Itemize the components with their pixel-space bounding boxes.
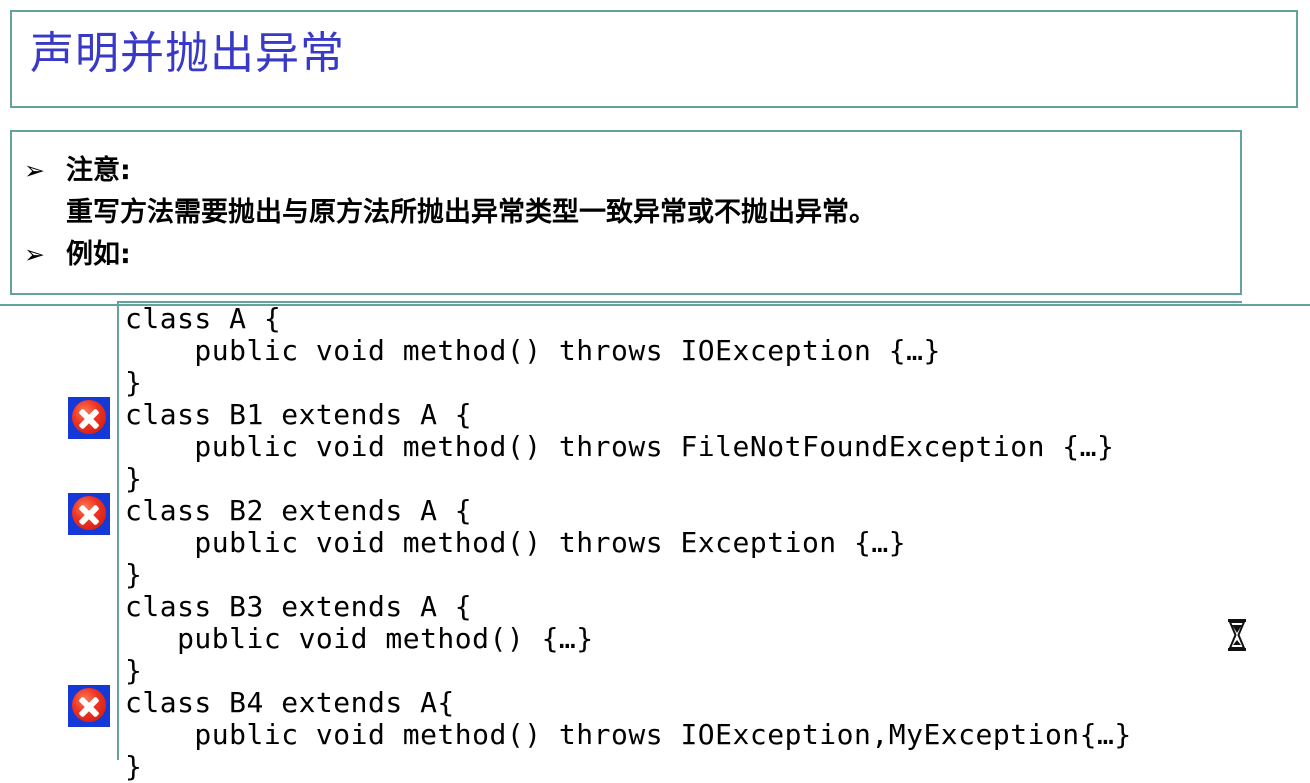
note-line-3: ➢ 例如: — [24, 232, 131, 271]
note-line-1: ➢ 注意: — [24, 148, 131, 187]
code-line: } — [125, 558, 143, 591]
error-x-icon[interactable] — [68, 397, 110, 439]
code-line: public void method() throws Exception {…… — [125, 526, 907, 559]
note-line-2-text: 重写方法需要抛出与原方法所抛出异常类型一致异常或不抛出异常。 — [66, 197, 876, 228]
hourglass-wait-cursor — [1225, 618, 1249, 652]
error-x-icon[interactable] — [68, 685, 110, 727]
note-box: ➢ 注意: 重写方法需要抛出与原方法所抛出异常类型一致异常或不抛出异常。 ➢ 例… — [10, 130, 1242, 295]
code-example-region: class A { public void method() throws IO… — [117, 301, 1310, 783]
code-line: public void method() {…} — [125, 622, 594, 655]
code-line: class B4 extends A{ — [125, 686, 455, 719]
note-line-3-text: 例如: — [66, 239, 131, 270]
code-line: class B3 extends A { — [125, 590, 473, 623]
code-line: } — [125, 654, 143, 687]
code-line: class B2 extends A { — [125, 494, 473, 527]
code-line: } — [125, 750, 143, 783]
code-line: } — [125, 366, 143, 399]
code-line: class A { — [125, 302, 282, 335]
page-title: 声明并抛出异常 — [30, 28, 345, 79]
code-line: public void method() throws FileNotFound… — [125, 430, 1115, 463]
code-line: public void method() throws IOException … — [125, 334, 941, 367]
code-block: class A { public void method() throws IO… — [125, 303, 1132, 783]
code-line: class B1 extends A { — [125, 398, 473, 431]
code-line: } — [125, 462, 143, 495]
bullet-arrow-icon: ➢ — [24, 240, 45, 269]
code-left-border — [117, 301, 119, 760]
hourglass-icon — [1228, 619, 1246, 651]
note-line-1-text: 注意: — [66, 155, 131, 186]
slide-title-box: 声明并抛出异常 — [10, 10, 1298, 108]
error-x-icon[interactable] — [68, 493, 110, 535]
note-line-2: 重写方法需要抛出与原方法所抛出异常类型一致异常或不抛出异常。 — [24, 190, 876, 229]
code-line: public void method() throws IOException,… — [125, 718, 1132, 751]
bullet-arrow-icon: ➢ — [24, 156, 45, 185]
